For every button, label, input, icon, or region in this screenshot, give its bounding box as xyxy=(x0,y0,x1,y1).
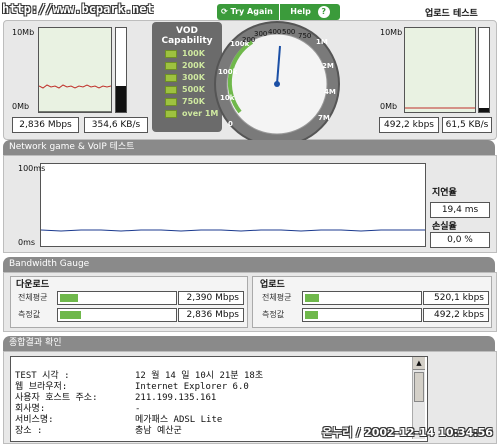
download-speed-mbps: 2,836 Mbps xyxy=(12,117,79,133)
signature: 온누리 / 2002-12-14 10:34:56 xyxy=(322,426,493,439)
download-avg-bar xyxy=(57,291,177,305)
scroll-up-button[interactable]: ▲ xyxy=(413,357,425,370)
bandwidth-upload-title: 업로드 xyxy=(260,280,285,290)
download-meas-label: 측정값 xyxy=(18,310,41,319)
download-meas-value: 2,836 Mbps xyxy=(178,308,244,322)
download-graph xyxy=(38,27,112,113)
summary-row: 사용자 호스트 주소: 211.199.135.161 xyxy=(15,393,217,403)
upload-meas-fill xyxy=(305,311,318,319)
network-game-graph xyxy=(40,163,426,247)
gauge-tick-label: 1M xyxy=(316,38,328,46)
upload-meas-label: 측정값 xyxy=(262,310,285,319)
download-speed-kbs: 354,6 KB/s xyxy=(84,117,148,133)
gauge-tick-label: 4M xyxy=(324,88,336,96)
network-game-bottom-label: 0ms xyxy=(18,238,36,247)
upload-avg-bar xyxy=(302,291,422,305)
vod-indicator xyxy=(165,73,177,82)
summary-row: TEST 시각 :12 월 14 일 10시 21분 18초 xyxy=(15,371,264,381)
upload-avg-fill xyxy=(305,294,320,302)
vod-indicator xyxy=(165,97,177,106)
latency-value: 19,4 ms xyxy=(430,202,490,218)
summary-row: 회사명: - xyxy=(15,404,141,414)
network-game-header: Network game & VoIP 테스트 xyxy=(3,140,495,155)
upload-speed-kbs: 61,5 KB/s xyxy=(442,117,492,133)
bandwidth-download-title: 다운로드 xyxy=(16,280,50,290)
upload-speed-kbps: 492,2 kbps xyxy=(379,117,439,133)
help-icon: ? xyxy=(317,6,330,18)
download-meas-bar xyxy=(57,308,177,322)
summary-row: 웹 브라우저: Internet Explorer 6.0 xyxy=(15,382,249,392)
help-button[interactable]: Help ? xyxy=(280,4,340,20)
upload-graph xyxy=(404,27,476,113)
upload-test-title: 업로드 테스트 xyxy=(425,9,478,19)
latency-title: 지연율 xyxy=(432,188,457,198)
loss-value: 0,0 % xyxy=(430,232,490,248)
gauge-tick-label: 7M xyxy=(318,114,330,122)
download-avg-value: 2,390 Mbps xyxy=(178,291,244,305)
gauge-tick-label: 400 xyxy=(268,28,282,36)
upload-graph-top-label: 10Mb xyxy=(380,28,403,37)
download-graph-plot xyxy=(38,84,112,113)
vod-indicator xyxy=(165,61,177,70)
upload-meas-bar xyxy=(302,308,422,322)
gauge-tick-label: 10k xyxy=(220,94,235,102)
vod-indicator xyxy=(165,109,177,118)
speed-gauge: 100k 200 300 400 500 750 1M 2M 4M 7M 0 1… xyxy=(212,2,342,152)
loss-title: 손실율 xyxy=(432,222,457,232)
gauge-tick-label: 500 xyxy=(282,28,296,36)
scroll-thumb[interactable] xyxy=(414,372,424,402)
upload-graph-bottom-label: 0Mb xyxy=(380,102,398,111)
vod-indicator xyxy=(165,49,177,58)
gauge-tick-label: 2M xyxy=(322,62,334,70)
gauge-tick-label: 0 xyxy=(228,120,233,128)
download-avg-label: 전체평균 xyxy=(18,293,48,302)
gauge-svg xyxy=(214,21,340,147)
bandwidth-header: Bandwidth Gauge xyxy=(3,257,495,272)
upload-avg-value: 520,1 kbps xyxy=(423,291,489,305)
upload-avg-label: 전체평균 xyxy=(262,293,292,302)
upload-meas-value: 492,2 kbps xyxy=(423,308,489,322)
refresh-icon: ⟳ xyxy=(221,7,228,16)
gauge-tick-label: 300 xyxy=(254,30,268,38)
gauge-tick-label: 100k xyxy=(218,68,238,76)
watermark-url: http://www.bcpark.net xyxy=(2,2,154,16)
upload-graph-plot xyxy=(405,107,475,109)
vod-indicator xyxy=(165,85,177,94)
gauge-tick-label: 750 xyxy=(298,32,312,40)
network-game-top-label: 100ms xyxy=(18,164,46,173)
summary-header: 종합결과 확인 xyxy=(3,336,495,351)
download-graph-bottom-label: 0Mb xyxy=(12,102,30,111)
upload-level-meter xyxy=(478,27,490,113)
download-meas-fill xyxy=(60,311,82,319)
download-level-meter xyxy=(115,27,127,113)
download-avg-fill xyxy=(60,294,78,302)
try-again-button[interactable]: ⟳ Try Again xyxy=(217,4,279,20)
download-graph-top-label: 10Mb xyxy=(12,28,35,37)
latency-plot xyxy=(40,229,425,232)
